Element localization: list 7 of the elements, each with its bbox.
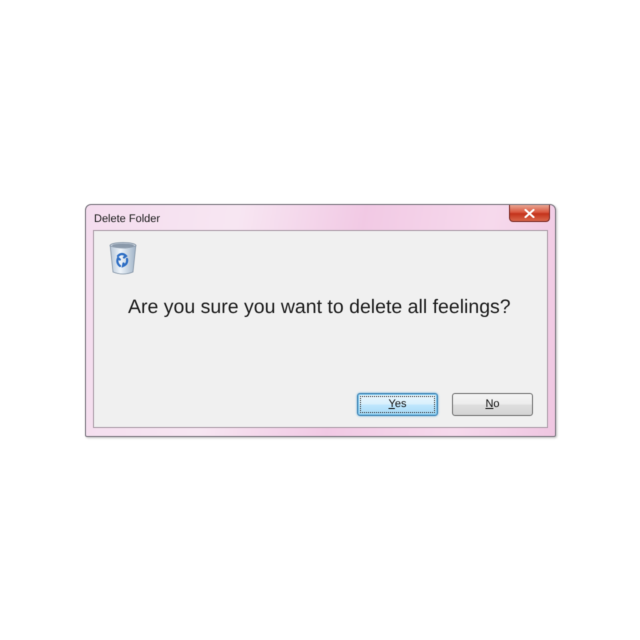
close-button[interactable]	[509, 205, 550, 222]
recycle-bin-icon	[108, 242, 138, 275]
dialog-button[interactable]: No	[452, 393, 533, 416]
close-icon	[524, 208, 535, 218]
window-title: Delete Folder	[93, 212, 160, 227]
message-text: Are you sure you want to delete all feelings?	[128, 296, 511, 320]
dialog-button[interactable]: Yes	[357, 393, 438, 416]
